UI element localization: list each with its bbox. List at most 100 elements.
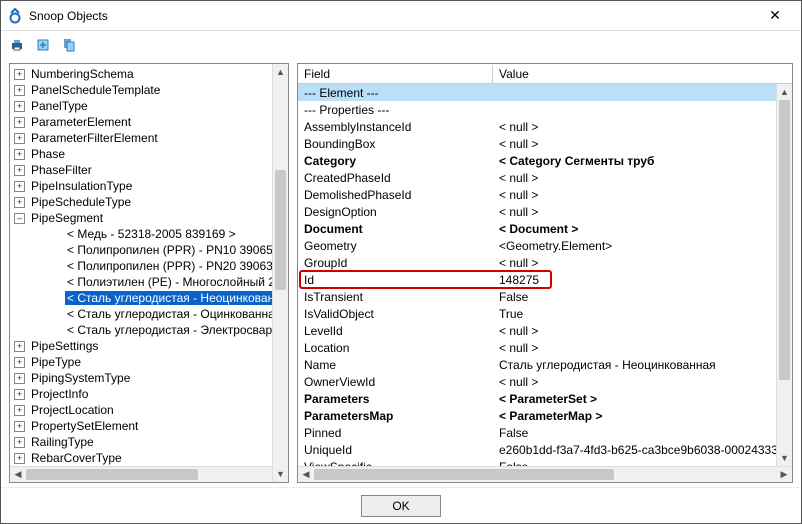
grid-row[interactable]: DesignOption< null >	[298, 203, 792, 220]
scroll-down-icon[interactable]: ▼	[777, 450, 792, 466]
grid-scroll-thumb[interactable]	[779, 100, 790, 380]
minus-icon[interactable]: –	[14, 213, 25, 224]
tree-item[interactable]: + NumberingSchema	[10, 66, 288, 82]
grid-row[interactable]: Geometry<Geometry.Element>	[298, 237, 792, 254]
scroll-down-icon[interactable]: ▼	[273, 466, 288, 482]
plus-icon[interactable]: +	[14, 341, 25, 352]
grid-row[interactable]: IsTransientFalse	[298, 288, 792, 305]
tree-item[interactable]: < Полипропилен (PPR) - PN10 390652	[10, 242, 288, 258]
scroll-up-icon[interactable]: ▲	[273, 64, 288, 80]
tree-item[interactable]: +ParameterFilterElement	[10, 130, 288, 146]
copy-icon[interactable]	[61, 37, 77, 53]
plus-icon[interactable]: +	[14, 101, 25, 112]
grid-hscroll[interactable]: ◀ ▶	[298, 466, 792, 482]
tree-item-label: PipeSettings	[29, 339, 100, 353]
grid-vscroll[interactable]: ▲ ▼	[776, 84, 792, 466]
plus-icon[interactable]: +	[14, 357, 25, 368]
grid-row[interactable]: PinnedFalse	[298, 424, 792, 441]
expand-icon[interactable]	[35, 37, 51, 53]
tree-item[interactable]: < Полиэтилен (PE) - Многослойный 29	[10, 274, 288, 290]
plus-icon[interactable]: +	[14, 133, 25, 144]
tree-item[interactable]: + PipeSettings	[10, 338, 288, 354]
plus-icon[interactable]: +	[14, 149, 25, 160]
tree-view[interactable]: +NumberingSchema+PanelScheduleTemplate+P…	[10, 64, 288, 466]
tree-item[interactable]: +PropertySetElement	[10, 418, 288, 434]
cell-value: < null >	[493, 205, 792, 219]
grid-row[interactable]: BoundingBox< null >	[298, 135, 792, 152]
plus-icon[interactable]: +	[14, 69, 25, 80]
grid-row[interactable]: --- Element ---	[298, 84, 792, 101]
grid-row[interactable]: NameСталь углеродистая - Неоцинкованная	[298, 356, 792, 373]
tree-item[interactable]: +PanelType	[10, 98, 288, 114]
tree-item[interactable]: +RebarCoverType	[10, 450, 288, 466]
grid-body[interactable]: --- Element --- --- Properties ---Assemb…	[298, 84, 792, 466]
plus-icon[interactable]: +	[14, 389, 25, 400]
property-grid-panel: Field Value --- Element --- --- Properti…	[297, 63, 793, 483]
cell-value: < ParameterSet >	[493, 392, 792, 406]
grid-row[interactable]: ParametersMap< ParameterMap >	[298, 407, 792, 424]
cell-value: <Geometry.Element>	[493, 239, 792, 253]
tree-item-label: < Сталь углеродистая - Электросварн	[65, 323, 281, 337]
tree-item[interactable]: < Сталь углеродистая - Оцинкованная	[10, 306, 288, 322]
ok-button[interactable]: OK	[361, 495, 441, 517]
grid-row[interactable]: GroupId< null >	[298, 254, 792, 271]
tree-scroll-thumb[interactable]	[275, 170, 286, 290]
plus-icon[interactable]: +	[14, 437, 25, 448]
tree-item-label: PipeScheduleType	[29, 195, 133, 209]
cell-field: ViewSpecific	[298, 460, 493, 467]
plus-icon[interactable]: +	[14, 373, 25, 384]
plus-icon[interactable]: +	[14, 181, 25, 192]
tree-item[interactable]: < Сталь углеродистая - Электросварн	[10, 322, 288, 338]
plus-icon[interactable]: +	[14, 117, 25, 128]
tree-hscroll-thumb[interactable]	[26, 469, 198, 480]
tree-item[interactable]: +ProjectInfo	[10, 386, 288, 402]
tree-item[interactable]: +PhaseFilter	[10, 162, 288, 178]
print-icon[interactable]	[9, 37, 25, 53]
grid-row[interactable]: IsValidObjectTrue	[298, 305, 792, 322]
grid-row[interactable]: Id148275	[298, 271, 792, 288]
grid-row[interactable]: UniqueIde260b1dd-f3a7-4fd3-b625-ca3bce9b…	[298, 441, 792, 458]
grid-row[interactable]: CreatedPhaseId< null >	[298, 169, 792, 186]
grid-row[interactable]: Parameters< ParameterSet >	[298, 390, 792, 407]
tree-item[interactable]: +PipeInsulationType	[10, 178, 288, 194]
tree-item[interactable]: +PipeType	[10, 354, 288, 370]
scroll-right-icon[interactable]: ▶	[776, 469, 792, 480]
column-value[interactable]: Value	[493, 65, 792, 83]
tree-item[interactable]: < Медь - 52318-2005 839169 >	[10, 226, 288, 242]
plus-icon[interactable]: +	[14, 421, 25, 432]
tree-item[interactable]: +RailingType	[10, 434, 288, 450]
tree-item[interactable]: +ParameterElement	[10, 114, 288, 130]
grid-row[interactable]: OwnerViewId< null >	[298, 373, 792, 390]
column-field[interactable]: Field	[298, 65, 493, 83]
tree-item[interactable]: +Phase	[10, 146, 288, 162]
plus-icon[interactable]: +	[14, 165, 25, 176]
tree-item[interactable]: < Полипропилен (PPR) - PN20 390630	[10, 258, 288, 274]
tree-vscroll[interactable]: ▲ ▼	[272, 64, 288, 482]
scroll-up-icon[interactable]: ▲	[777, 84, 792, 100]
tree-hscroll[interactable]: ◀ ▶	[10, 466, 288, 482]
tree-item[interactable]: –PipeSegment	[10, 210, 288, 226]
scroll-left-icon[interactable]: ◀	[298, 469, 314, 480]
tree-item[interactable]: + PipeScheduleType	[10, 194, 288, 210]
grid-row[interactable]: Document< Document >	[298, 220, 792, 237]
plus-icon[interactable]: +	[14, 85, 25, 96]
tree-item-label: NumberingSchema	[29, 67, 136, 81]
tree-item[interactable]: +PanelScheduleTemplate	[10, 82, 288, 98]
plus-icon[interactable]: +	[14, 405, 25, 416]
cell-field: Document	[298, 222, 493, 236]
tree-item[interactable]: +PipingSystemType	[10, 370, 288, 386]
grid-row[interactable]: ViewSpecificFalse	[298, 458, 792, 466]
grid-row[interactable]: AssemblyInstanceId< null >	[298, 118, 792, 135]
grid-hscroll-thumb[interactable]	[314, 469, 614, 480]
grid-row[interactable]: Location< null >	[298, 339, 792, 356]
tree-item[interactable]: < Сталь углеродистая - Неоцинкованн	[10, 290, 288, 306]
scroll-left-icon[interactable]: ◀	[10, 469, 26, 480]
grid-row[interactable]: LevelId< null >	[298, 322, 792, 339]
plus-icon[interactable]: +	[14, 197, 25, 208]
plus-icon[interactable]: +	[14, 453, 25, 464]
grid-row[interactable]: --- Properties ---	[298, 101, 792, 118]
tree-item[interactable]: +ProjectLocation	[10, 402, 288, 418]
grid-row[interactable]: Category< Category Сегменты труб	[298, 152, 792, 169]
grid-row[interactable]: DemolishedPhaseId< null >	[298, 186, 792, 203]
close-button[interactable]: ✕	[755, 7, 795, 24]
